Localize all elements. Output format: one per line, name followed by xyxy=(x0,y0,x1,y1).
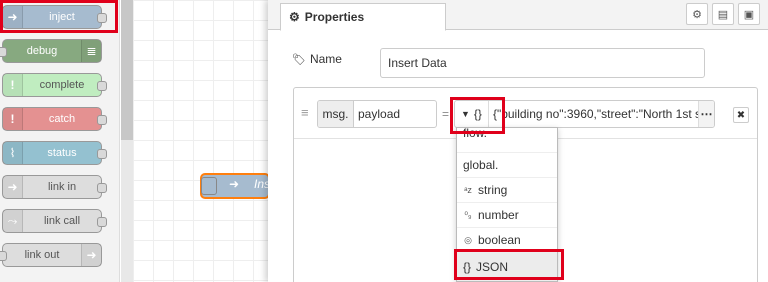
output-port[interactable] xyxy=(97,183,107,193)
msg-property-name: payload xyxy=(358,107,401,121)
delete-property-button[interactable]: ✖ xyxy=(733,107,749,123)
palette-node-debug[interactable]: debug ≣ xyxy=(0,39,102,63)
exclamation-icon: ! xyxy=(3,108,23,130)
pulse-icon: ⌇ xyxy=(3,142,23,164)
type-select-button[interactable]: ▼ {} xyxy=(455,101,489,127)
option-label: flow. xyxy=(463,128,488,140)
palette-scrollbar[interactable] xyxy=(121,0,133,282)
option-label: JSON xyxy=(476,259,509,274)
name-label: Name xyxy=(309,52,342,66)
palette-node-inject[interactable]: ➜ inject xyxy=(2,5,107,29)
option-label: global. xyxy=(463,158,499,172)
type-option-string[interactable]: ᵃz string xyxy=(457,178,557,203)
flow-workspace[interactable] xyxy=(133,0,268,282)
tag-icon: 🏷 xyxy=(292,53,306,66)
type-dropdown-menu: flow. global. ᵃz string ⁰₉ number ◎ bool… xyxy=(456,127,558,282)
palette-node-link-call[interactable]: ⤳ link call xyxy=(2,209,107,233)
exclamation-icon: ! xyxy=(3,74,23,96)
tab-label: Properties xyxy=(304,10,365,24)
palette-node-label: catch xyxy=(48,113,76,125)
scrollbar-thumb[interactable] xyxy=(121,0,133,140)
gear-icon: ⚙ xyxy=(289,10,300,24)
description-tab-button[interactable]: ▤ xyxy=(712,3,734,25)
msg-prefix: msg. xyxy=(318,101,354,127)
palette-node-label: complete xyxy=(39,79,85,91)
value-input[interactable]: ▼ {} {"building no":3960,"street":"North… xyxy=(454,100,715,128)
palette-node-label: debug xyxy=(26,45,58,57)
palette-node-label: link call xyxy=(43,215,81,227)
type-option-boolean[interactable]: ◎ boolean xyxy=(457,228,557,253)
name-label-row: 🏷 Name xyxy=(292,52,342,66)
equals-sign: = xyxy=(442,107,450,121)
name-input[interactable] xyxy=(380,48,705,78)
list-icon: ≣ xyxy=(81,40,101,62)
output-port[interactable] xyxy=(97,13,107,23)
node-palette: ➜ inject debug ≣ ! complete ! catch ⌇ st… xyxy=(0,0,120,282)
az-icon: ᵃz xyxy=(464,185,472,195)
09-icon: ⁰₉ xyxy=(464,209,472,220)
gear-icon: ⚙ xyxy=(692,8,702,21)
editor-tab-bar: ⚙ Properties ⚙ ▤ ▣ xyxy=(268,0,768,31)
drag-handle-icon[interactable]: ≡ xyxy=(301,105,309,120)
expand-editor-button[interactable]: ⋯ xyxy=(698,101,714,127)
type-label: {} xyxy=(473,107,482,121)
type-option-number[interactable]: ⁰₉ number xyxy=(457,203,557,228)
toggle-icon: ◎ xyxy=(464,234,472,245)
output-port[interactable] xyxy=(97,217,107,227)
option-label: number xyxy=(478,208,519,222)
arrow-right-icon: ➜ xyxy=(81,244,101,266)
palette-node-label: link out xyxy=(24,249,60,261)
inject-trigger-button[interactable] xyxy=(201,177,217,195)
palette-node-label: inject xyxy=(49,11,75,23)
arrow-right-icon: ➜ xyxy=(229,177,240,191)
settings-tab-button[interactable]: ⚙ xyxy=(686,3,708,25)
output-port[interactable] xyxy=(97,115,107,125)
option-label: boolean xyxy=(478,233,521,247)
document-icon: ▤ xyxy=(717,8,729,21)
palette-node-complete[interactable]: ! complete xyxy=(2,73,107,97)
output-port[interactable] xyxy=(97,81,107,91)
palette-node-label: link in xyxy=(47,181,77,193)
type-option-global[interactable]: global. xyxy=(457,153,557,178)
palette-node-label: status xyxy=(47,147,77,159)
caret-down-icon: ▼ xyxy=(461,109,470,119)
frame-icon: ▣ xyxy=(743,8,755,21)
appearance-tab-button[interactable]: ▣ xyxy=(738,3,760,25)
arrow-right-icon: ➜ xyxy=(3,176,23,198)
type-option-flow[interactable]: flow. xyxy=(457,128,557,153)
type-option-json[interactable]: {} JSON xyxy=(457,253,557,281)
palette-node-status[interactable]: ⌇ status xyxy=(2,141,107,165)
option-label: string xyxy=(478,183,508,197)
palette-node-link-out[interactable]: link out ➜ xyxy=(0,243,102,267)
arrow-right-icon: ➜ xyxy=(3,6,23,28)
value-text: {"building no":3960,"street":"North 1st … xyxy=(492,107,698,121)
close-icon: ✖ xyxy=(736,109,746,121)
output-port[interactable] xyxy=(97,149,107,159)
tab-properties[interactable]: ⚙ Properties xyxy=(280,3,446,31)
msg-property-input[interactable]: msg. payload xyxy=(317,100,437,128)
link-icon: ⤳ xyxy=(3,210,23,232)
palette-node-link-in[interactable]: ➜ link in xyxy=(2,175,107,199)
braces-icon: {} xyxy=(463,259,472,274)
palette-node-catch[interactable]: ! catch xyxy=(2,107,107,131)
